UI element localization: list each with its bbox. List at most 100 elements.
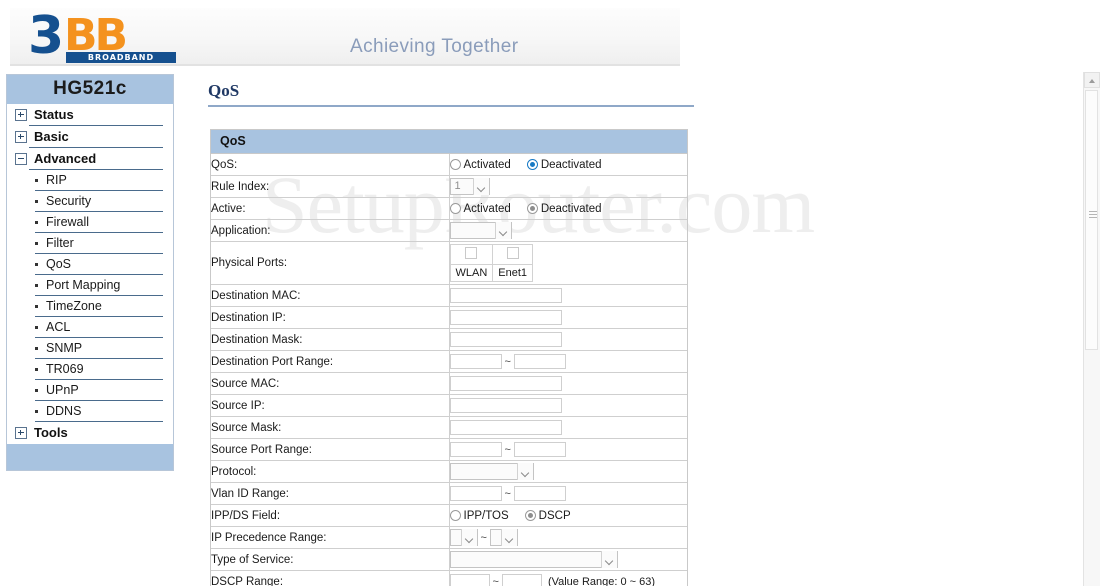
sidebar-item-tools[interactable]: Tools (7, 422, 173, 442)
sidebar-item-acl[interactable]: ACL (7, 317, 173, 336)
logo-digit-three: 3 (28, 6, 64, 66)
plus-icon[interactable] (15, 130, 27, 143)
destination-port-from-input[interactable] (449, 354, 502, 369)
chevron-down-icon[interactable] (500, 529, 517, 546)
type-of-service-select[interactable] (449, 551, 618, 568)
bullet-icon (35, 178, 38, 182)
rule-index-select[interactable]: 1 (449, 178, 490, 195)
sidebar-item-basic[interactable]: Basic (7, 126, 173, 146)
page-title: QoS (208, 81, 240, 100)
table-row: Destination MAC: (211, 284, 687, 307)
qos-deactivated-radio[interactable] (526, 158, 538, 170)
ipp-tos-radio[interactable] (449, 509, 461, 521)
chevron-down-icon[interactable] (516, 463, 533, 480)
port-wlan-label: WLAN (449, 264, 494, 282)
table-row: Source IP: (211, 394, 687, 417)
chevron-down-icon[interactable] (600, 551, 617, 568)
qos-activated-radio[interactable] (449, 158, 461, 170)
table-row: Application: (211, 219, 687, 242)
plus-icon[interactable] (15, 108, 27, 121)
row-label: Destination MAC: (211, 284, 450, 307)
qos-table: QoS QoS: Activated Deactivated Rule Index… (211, 130, 687, 586)
table-row: Destination IP: (211, 306, 687, 329)
scroll-up-arrow-icon[interactable] (1084, 72, 1100, 88)
destination-port-to-input[interactable] (513, 354, 566, 369)
row-label: QoS: (211, 153, 450, 176)
ports-label-row: WLAN Enet1 (449, 264, 534, 282)
bullet-icon (35, 325, 38, 329)
active-activated-radio[interactable] (449, 202, 461, 214)
ip-precedence-to-select[interactable] (489, 529, 518, 546)
protocol-select[interactable] (449, 463, 534, 480)
sidebar-item-firewall[interactable]: Firewall (7, 212, 173, 231)
range-separator: ~ (480, 531, 487, 544)
sidebar-item-advanced[interactable]: Advanced (7, 148, 173, 168)
plus-icon[interactable] (15, 426, 27, 439)
ip-precedence-from-select[interactable] (449, 529, 478, 546)
sidebar-item-snmp[interactable]: SNMP (7, 338, 173, 357)
port-wlan-checkbox[interactable] (465, 247, 478, 259)
source-port-to-input[interactable] (513, 442, 566, 457)
dscp-to-input[interactable] (501, 574, 542, 586)
chevron-down-icon[interactable] (494, 222, 511, 239)
sidebar-item-rip[interactable]: RIP (7, 170, 173, 189)
application-select[interactable] (449, 222, 512, 239)
port-enet1-checkbox[interactable] (506, 247, 519, 259)
sidebar-item-label: UPnP (46, 383, 79, 397)
scrollbar-thumb[interactable] (1085, 90, 1098, 350)
source-ip-input[interactable] (449, 398, 562, 413)
sidebar-item-qos[interactable]: QoS (7, 254, 173, 273)
row-label: Protocol: (211, 460, 450, 483)
row-label: Source Mask: (211, 416, 450, 439)
chevron-down-icon[interactable] (460, 529, 477, 546)
row-label: IP Precedence Range: (211, 526, 450, 549)
sidebar-item-upnp[interactable]: UPnP (7, 380, 173, 399)
main-content: QoS QoS QoS: Activated Deactivated Rule I… (200, 78, 700, 586)
ports-checkbox-row (449, 244, 534, 265)
sidebar-item-label: ACL (46, 320, 71, 334)
row-label: Source MAC: (211, 372, 450, 395)
sidebar-item-tr069[interactable]: TR069 (7, 359, 173, 378)
vertical-scrollbar[interactable] (1083, 72, 1100, 586)
rule-index-value: 1 (454, 180, 461, 192)
sidebar-item-ddns[interactable]: DDNS (7, 401, 173, 420)
source-mac-input[interactable] (449, 376, 562, 391)
sidebar-item-timezone[interactable]: TimeZone (7, 296, 173, 315)
active-deactivated-radio[interactable] (526, 202, 538, 214)
physical-ports-table: WLAN Enet1 (449, 244, 534, 282)
table-row: IP Precedence Range: ~ (211, 526, 687, 549)
row-label: Destination IP: (211, 306, 450, 329)
sidebar-item-status[interactable]: Status (7, 104, 173, 124)
scrollbar-grip-icon (1089, 211, 1097, 218)
destination-ip-input[interactable] (449, 310, 562, 325)
vlan-id-from-input[interactable] (449, 486, 502, 501)
sidebar-item-security[interactable]: Security (7, 191, 173, 210)
bullet-icon (35, 199, 38, 203)
table-row: QoS: Activated Deactivated (211, 153, 687, 176)
chevron-down-icon[interactable] (472, 178, 489, 195)
vlan-id-to-input[interactable] (513, 486, 566, 501)
source-port-from-input[interactable] (449, 442, 502, 457)
range-separator: ~ (504, 487, 511, 500)
table-row: DSCP Range: ~ (Value Range: 0 ~ 63) (211, 570, 687, 586)
table-row: Destination Port Range: ~ (211, 350, 687, 373)
source-mask-input[interactable] (449, 420, 562, 435)
bullet-icon (35, 220, 38, 224)
table-row: Physical Ports: WLAN Enet1 (211, 241, 687, 285)
minus-icon[interactable] (15, 152, 27, 165)
row-label: Active: (211, 197, 450, 220)
destination-mask-input[interactable] (449, 332, 562, 347)
table-row: Active: Activated Deactivated (211, 197, 687, 220)
sidebar-item-port-mapping[interactable]: Port Mapping (7, 275, 173, 294)
dscp-radio[interactable] (524, 509, 536, 521)
table-row: Type of Service: (211, 548, 687, 571)
destination-mac-input[interactable] (449, 288, 562, 303)
sidebar-footer (7, 444, 173, 470)
sidebar-item-label: DDNS (46, 404, 82, 418)
dscp-from-input[interactable] (449, 574, 490, 586)
sidebar-item-label: Firewall (46, 215, 90, 229)
port-enet1-cell (492, 244, 534, 265)
sidebar-item-filter[interactable]: Filter (7, 233, 173, 252)
sidebar-item-label: TimeZone (46, 299, 102, 313)
table-row: Vlan ID Range: ~ (211, 482, 687, 505)
